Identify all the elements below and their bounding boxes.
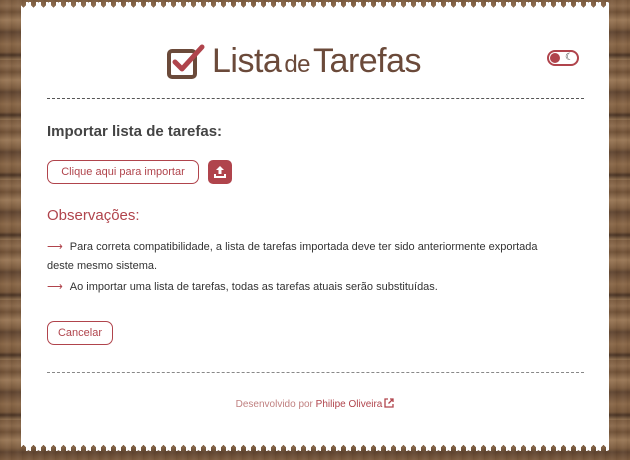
observation-note: ⟶ Para correta compatibilidade, a lista d… bbox=[47, 238, 567, 276]
observations-title: Observações: bbox=[47, 207, 140, 224]
arrow-right-icon: ⟶ bbox=[47, 281, 63, 293]
zigzag-edge-top bbox=[21, 2, 609, 9]
divider-top bbox=[47, 98, 584, 99]
observation-text: Ao importar uma lista de tarefas, todas … bbox=[69, 281, 438, 293]
upload-icon bbox=[214, 166, 226, 178]
zigzag-edge-bottom bbox=[21, 444, 609, 451]
upload-button[interactable] bbox=[208, 160, 232, 184]
main-card: Lista deTarefas ☾ Importar lista de taref… bbox=[21, 2, 609, 451]
theme-toggle[interactable]: ☾ bbox=[547, 50, 579, 66]
moon-icon: ☾ bbox=[565, 52, 574, 63]
arrow-right-icon: ⟶ bbox=[47, 241, 63, 253]
header: Lista deTarefas ☾ bbox=[21, 38, 609, 84]
observation-note: ⟶ Ao importar uma lista de tarefas, todas… bbox=[47, 278, 567, 297]
import-button[interactable]: Clique aqui para importar bbox=[47, 160, 199, 184]
import-title: Importar lista de tarefas: bbox=[47, 123, 223, 140]
cancel-button[interactable]: Cancelar bbox=[47, 321, 113, 345]
observation-text: Para correta compatibilidade, a lista de… bbox=[47, 241, 538, 272]
footer-prefix: Desenvolvido por bbox=[235, 399, 313, 410]
external-link-icon bbox=[384, 398, 395, 408]
checkbox-check-icon bbox=[167, 44, 205, 79]
app-logo: Lista deTarefas bbox=[166, 41, 422, 81]
footer: Desenvolvido por Philipe Oliveira bbox=[21, 398, 609, 410]
author-link[interactable]: Philipe Oliveira bbox=[316, 398, 395, 410]
app-title: Lista deTarefas bbox=[212, 41, 422, 80]
toggle-knob bbox=[550, 53, 560, 63]
divider-bottom bbox=[47, 372, 584, 373]
